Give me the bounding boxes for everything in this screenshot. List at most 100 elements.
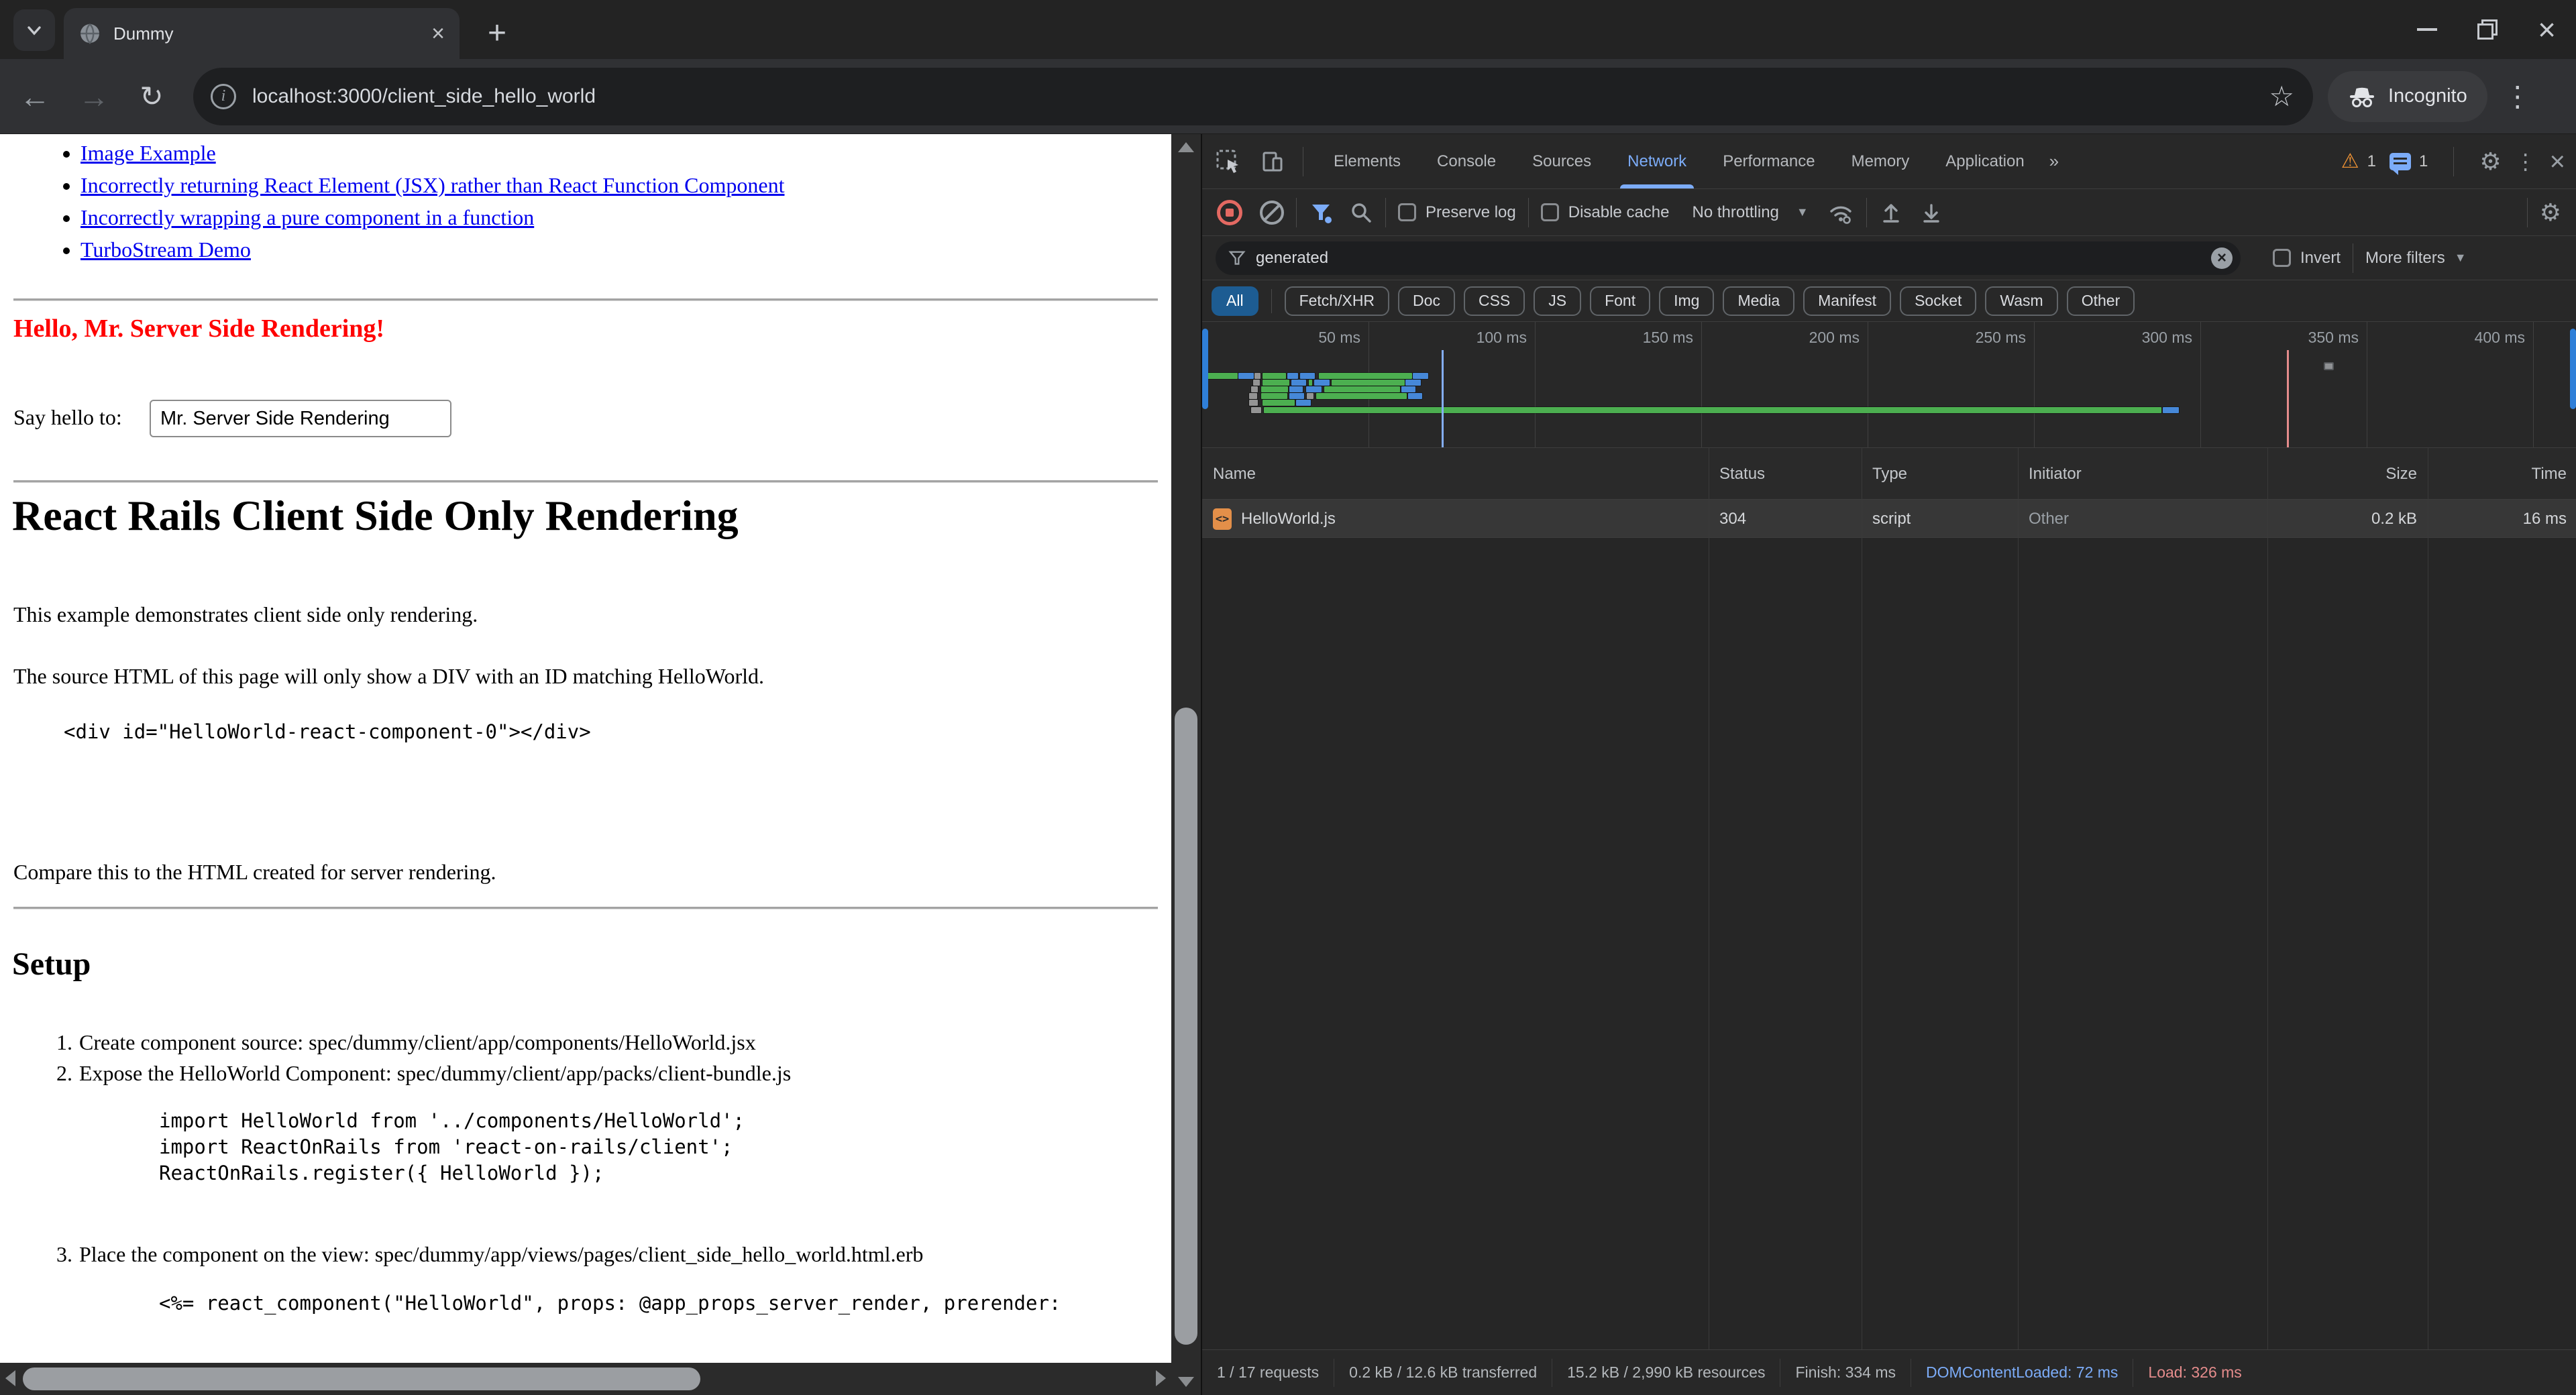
column-header-type[interactable]: Type	[1862, 448, 2018, 500]
timeline-right-grip[interactable]	[2570, 329, 2576, 409]
devtools-settings-gear-icon[interactable]: ⚙	[2479, 150, 2501, 174]
disable-cache-checkbox[interactable]	[1541, 203, 1559, 221]
vertical-scrollbar-thumb[interactable]	[1175, 708, 1197, 1345]
filter-chip-font[interactable]: Font	[1590, 286, 1650, 316]
cell-name[interactable]: <>HelloWorld.js	[1202, 500, 1709, 538]
cell-time[interactable]: 16 ms	[2428, 500, 2576, 538]
filter-chip-other[interactable]: Other	[2067, 286, 2135, 316]
horizontal-scrollbar[interactable]	[0, 1363, 1171, 1395]
list-item: TurboStream Demo	[80, 233, 784, 266]
window-restore-button[interactable]	[2477, 19, 2498, 40]
timeline-left-grip[interactable]	[1202, 329, 1208, 409]
tab-sources[interactable]: Sources	[1514, 134, 1609, 188]
export-har-icon[interactable]	[1919, 201, 1943, 225]
filter-chip-js[interactable]: JS	[1534, 286, 1581, 316]
back-button[interactable]: ←	[17, 81, 52, 112]
column-header-size[interactable]: Size	[2267, 448, 2428, 500]
new-tab-button[interactable]: +	[478, 13, 517, 52]
horizontal-scrollbar-thumb[interactable]	[23, 1368, 700, 1390]
page-link[interactable]: Incorrectly wrapping a pure component in…	[80, 205, 534, 229]
filter-chip-doc[interactable]: Doc	[1398, 286, 1455, 316]
tab-elements[interactable]: Elements	[1316, 134, 1419, 188]
filter-chip-all[interactable]: All	[1212, 286, 1258, 316]
console-message-icon[interactable]	[2390, 153, 2411, 170]
timeline-gridline	[2034, 322, 2035, 447]
forward-button[interactable]: →	[76, 81, 111, 112]
warning-icon[interactable]: ⚠	[2341, 152, 2359, 172]
cell-status[interactable]: 304	[1709, 500, 1862, 538]
url-bar[interactable]: i localhost:3000/client_side_hello_world…	[193, 68, 2313, 125]
filter-chip-media[interactable]: Media	[1723, 286, 1794, 316]
filter-input[interactable]: generated ×	[1216, 241, 2241, 275]
clear-network-log-button[interactable]	[1260, 201, 1284, 225]
browser-toolbar: ← → ↻ i localhost:3000/client_side_hello…	[0, 59, 2576, 134]
filter-chip-img[interactable]: Img	[1659, 286, 1714, 316]
tab-search-button[interactable]	[13, 9, 55, 51]
preserve-log-checkbox[interactable]	[1398, 203, 1416, 221]
site-info-icon[interactable]: i	[211, 84, 236, 109]
more-tabs-button[interactable]: »	[2043, 151, 2064, 172]
tab-title: Dummy	[113, 23, 431, 44]
filter-funnel-icon[interactable]	[1309, 201, 1333, 225]
page-link[interactable]: Incorrectly returning React Element (JSX…	[80, 173, 784, 197]
scroll-left-arrow[interactable]	[5, 1370, 15, 1386]
filter-chip-css[interactable]: CSS	[1464, 286, 1525, 316]
column-divider[interactable]	[2018, 448, 2019, 1349]
browser-menu-kebab-icon[interactable]: ⋮	[2504, 80, 2532, 113]
filter-chip-fetchxhr[interactable]: Fetch/XHR	[1285, 286, 1389, 316]
column-header-initiator[interactable]: Initiator	[2018, 448, 2267, 500]
import-har-icon[interactable]	[1879, 201, 1903, 225]
cell-size[interactable]: 0.2 kB	[2267, 500, 2428, 538]
tab-memory[interactable]: Memory	[1833, 134, 1928, 188]
waterfall-bar	[1263, 380, 1289, 386]
column-header-status[interactable]: Status	[1709, 448, 1862, 500]
browser-tab[interactable]: Dummy ×	[64, 8, 460, 59]
tab-network[interactable]: Network	[1609, 134, 1705, 188]
vertical-scrollbar[interactable]	[1171, 134, 1201, 1395]
cell-initiator[interactable]: Other	[2018, 500, 2267, 538]
page-link[interactable]: TurboStream Demo	[80, 237, 251, 262]
scroll-down-arrow[interactable]	[1178, 1377, 1194, 1387]
tab-application[interactable]: Application	[1927, 134, 2042, 188]
url-text[interactable]: localhost:3000/client_side_hello_world	[252, 85, 2269, 108]
network-overview-timeline[interactable]: 50 ms100 ms150 ms200 ms250 ms300 ms350 m…	[1202, 322, 2576, 448]
waterfall-bar	[1324, 386, 1400, 392]
table-row[interactable]: <>HelloWorld.js304scriptOther0.2 kB16 ms	[1202, 500, 2576, 538]
more-filters-button[interactable]: More filters	[2365, 249, 2445, 268]
reload-button[interactable]: ↻	[134, 82, 169, 111]
tab-console[interactable]: Console	[1419, 134, 1514, 188]
cell-type[interactable]: script	[1862, 500, 2018, 538]
scroll-up-arrow[interactable]	[1178, 142, 1194, 152]
network-conditions-icon[interactable]	[1827, 201, 1854, 225]
tab-close-icon[interactable]: ×	[431, 22, 445, 45]
clear-filter-icon[interactable]: ×	[2211, 247, 2233, 269]
network-settings-gear-icon[interactable]: ⚙	[2540, 201, 2561, 225]
bookmark-star-icon[interactable]: ☆	[2269, 82, 2294, 111]
page-link[interactable]: Image Example	[80, 141, 216, 165]
filter-chip-manifest[interactable]: Manifest	[1803, 286, 1891, 316]
say-hello-input[interactable]	[150, 400, 451, 437]
throttling-caret-icon[interactable]: ▼	[1796, 205, 1809, 219]
invert-checkbox[interactable]	[2273, 249, 2291, 267]
window-minimize-button[interactable]	[2417, 28, 2437, 31]
filter-chip-socket[interactable]: Socket	[1900, 286, 1976, 316]
tab-performance[interactable]: Performance	[1705, 134, 1833, 188]
devtools-close-icon[interactable]: ×	[2550, 148, 2565, 175]
filter-text[interactable]: generated	[1256, 249, 1328, 268]
more-filters-caret-icon[interactable]: ▼	[2455, 251, 2467, 265]
setup-step: 1.Create component source: spec/dummy/cl…	[40, 1030, 756, 1055]
scroll-right-arrow[interactable]	[1156, 1370, 1166, 1386]
devtools-menu-kebab-icon[interactable]: ⋮	[2515, 149, 2536, 174]
throttling-select[interactable]: No throttling	[1692, 203, 1778, 222]
statusbar-item: 1 / 17 requests	[1202, 1359, 1334, 1387]
column-header-name[interactable]: Name	[1202, 448, 1709, 500]
window-close-button[interactable]: ×	[2538, 14, 2556, 45]
filter-chip-wasm[interactable]: Wasm	[1985, 286, 2057, 316]
waterfall-bar	[1253, 380, 1260, 386]
column-divider[interactable]	[2267, 448, 2268, 1349]
search-icon[interactable]	[1349, 201, 1373, 225]
device-toolbar-icon[interactable]	[1254, 144, 1291, 180]
inspect-element-icon[interactable]	[1210, 144, 1246, 180]
column-header-time[interactable]: Time	[2428, 448, 2576, 500]
record-network-log-button[interactable]	[1217, 200, 1242, 225]
